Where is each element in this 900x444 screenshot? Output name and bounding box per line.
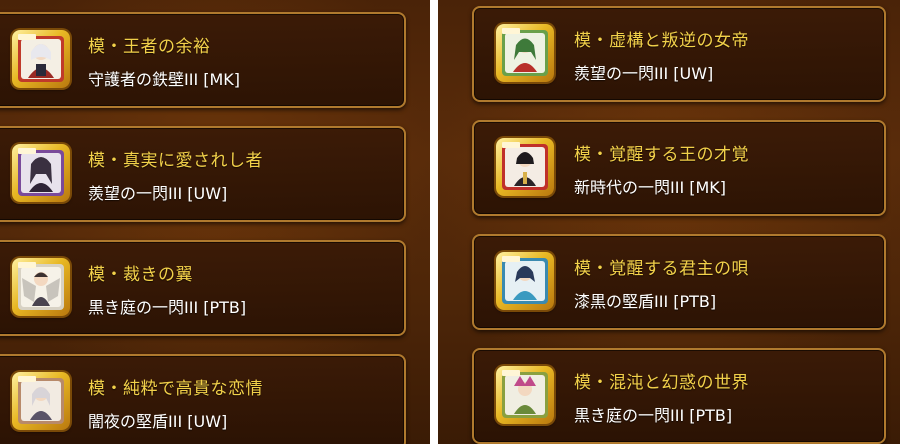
title-card[interactable]: 模・裁きの翼 黒き庭の一閃III [PTB] (0, 240, 406, 336)
title-effect: 黒き庭の一閃III [PTB] (574, 406, 733, 425)
silver-haired-noble-portrait-icon (12, 372, 70, 430)
title-card[interactable]: 模・混沌と幻惑の世界 黒き庭の一閃III [PTB] (472, 348, 886, 444)
title-effect: 新時代の一閃III [MK] (574, 178, 727, 197)
title-effect: 羨望の一閃III [UW] (88, 184, 228, 203)
title-effect: 黒き庭の一閃III [PTB] (88, 298, 247, 317)
title-effect: 守護者の鉄壁III [MK] (88, 70, 241, 89)
title-name: 模・混沌と幻惑の世界 (574, 373, 749, 393)
title-card[interactable]: 模・覚醒する王の才覚 新時代の一閃III [MK] (472, 120, 886, 216)
winged-judge-portrait-icon (12, 258, 70, 316)
chaos-jester-portrait-icon (496, 366, 554, 424)
title-name: 模・純粋で高貴な恋情 (88, 379, 263, 399)
dark-king-portrait-icon (496, 138, 554, 196)
title-name: 模・覚醒する君主の唄 (574, 259, 749, 279)
title-card[interactable]: 模・虚構と叛逆の女帝 羨望の一閃III [UW] (472, 6, 886, 102)
title-card[interactable]: 模・王者の余裕 守護者の鉄壁III [MK] (0, 12, 406, 108)
green-empress-portrait-icon (496, 24, 554, 82)
right-title-list: 模・虚構と叛逆の女帝 羨望の一閃III [UW] 模・覚醒する王の才覚 新時代の… (438, 0, 900, 444)
title-name: 模・裁きの翼 (88, 265, 193, 285)
title-effect: 漆黒の堅盾III [PTB] (574, 292, 717, 311)
title-card[interactable]: 模・覚醒する君主の唄 漆黒の堅盾III [PTB] (472, 234, 886, 330)
title-effect: 闇夜の堅盾III [UW] (88, 412, 228, 431)
title-card[interactable]: 模・純粋で高貴な恋情 闇夜の堅盾III [UW] (0, 354, 406, 444)
title-effect: 羨望の一閃III [UW] (574, 64, 714, 83)
white-haired-knight-portrait-icon (12, 30, 70, 88)
title-name: 模・王者の余裕 (88, 37, 211, 57)
left-title-list: 模・王者の余裕 守護者の鉄壁III [MK] 模・真実に愛されし者 羨望の一閃I… (0, 0, 430, 444)
title-name: 模・虚構と叛逆の女帝 (574, 31, 749, 51)
title-card[interactable]: 模・真実に愛されし者 羨望の一閃III [UW] (0, 126, 406, 222)
title-name: 模・真実に愛されし者 (88, 151, 263, 171)
dark-haired-maiden-portrait-icon (12, 144, 70, 202)
title-name: 模・覚醒する王の才覚 (574, 145, 749, 165)
blue-sovereign-portrait-icon (496, 252, 554, 310)
